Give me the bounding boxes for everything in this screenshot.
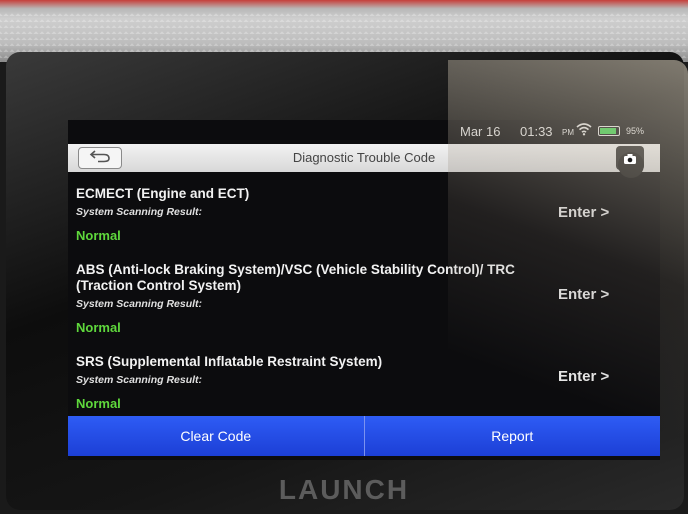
- title-bar: Diagnostic Trouble Code: [68, 144, 660, 178]
- status-bar: Mar 16 01:33 PM 95%: [68, 120, 660, 142]
- system-scan-label: System Scanning Result:: [76, 206, 203, 218]
- system-status: Normal: [76, 396, 121, 411]
- battery-percent: 95%: [626, 126, 645, 136]
- status-date: Mar 16: [460, 124, 501, 139]
- system-status: Normal: [76, 228, 121, 243]
- battery-icon: [598, 126, 620, 136]
- system-name: ABS (Anti-lock Braking System)/VSC (Vehi…: [76, 262, 515, 293]
- wifi-icon: [576, 123, 592, 139]
- screenshot-button[interactable]: [616, 146, 644, 178]
- status-ampm: PM: [562, 128, 574, 137]
- clear-code-button[interactable]: Clear Code: [68, 416, 364, 456]
- status-time: 01:33: [520, 124, 553, 139]
- system-scan-label: System Scanning Result:: [76, 374, 203, 386]
- camera-icon: [623, 152, 637, 170]
- brand-logo: LAUNCH: [278, 474, 410, 505]
- system-name: ECMECT (Engine and ECT): [76, 186, 250, 201]
- system-item-ecmect: ECMECT (Engine and ECT) System Scanning …: [76, 186, 652, 246]
- battery-fill: [600, 128, 617, 134]
- report-button[interactable]: Report: [363, 416, 661, 456]
- enter-button-abs[interactable]: Enter >: [558, 286, 609, 303]
- system-status: Normal: [76, 320, 121, 335]
- system-scan-label: System Scanning Result:: [76, 298, 203, 310]
- system-item-srs: SRS (Supplemental Inflatable Restraint S…: [76, 354, 652, 414]
- action-bar: Clear Code Report: [68, 416, 660, 456]
- system-item-abs: ABS (Anti-lock Braking System)/VSC (Vehi…: [76, 262, 652, 340]
- enter-button-ecmect[interactable]: Enter >: [558, 204, 609, 221]
- device-screen: Mar 16 01:33 PM 95% Diagnostic Trouble C…: [68, 120, 660, 460]
- page-title: Diagnostic Trouble Code: [292, 150, 436, 165]
- enter-button-srs[interactable]: Enter >: [558, 368, 609, 385]
- system-name: SRS (Supplemental Inflatable Restraint S…: [76, 354, 383, 369]
